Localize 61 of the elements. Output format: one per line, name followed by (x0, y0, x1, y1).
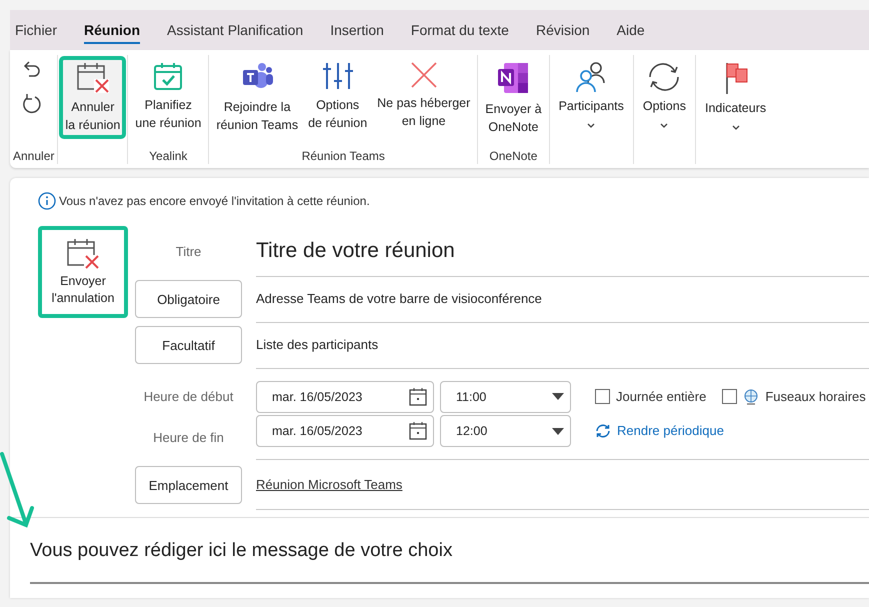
ribbon-button[interactable]: Envoyer à OneNote (481, 58, 546, 139)
required-button[interactable]: Obligatoire (135, 280, 242, 318)
location-link[interactable]: Réunion Microsoft Teams (256, 477, 402, 492)
field-label: Titre (174, 244, 202, 258)
message-body[interactable]: Vous pouvez rédiger ici le message de votre choix (30, 540, 869, 584)
caret-icon (660, 123, 668, 129)
cross-icon (410, 61, 438, 89)
ribbon-menu-button[interactable]: Options (636, 58, 692, 132)
dropdown-arrow-icon (552, 428, 564, 434)
checkbox[interactable] (722, 389, 738, 404)
all-day-checkbox[interactable]: Journée entière (595, 389, 706, 404)
ribbon-tab[interactable]: Aide (616, 16, 645, 44)
globe-icon (743, 388, 760, 404)
time-zones-checkbox[interactable]: Fuseaux horaires (722, 388, 866, 404)
group-label: Réunion Teams (300, 148, 386, 164)
calendar-icon (409, 388, 427, 406)
checkbox[interactable] (595, 389, 610, 404)
notebook-icon (496, 61, 530, 95)
optional-button[interactable]: Facultatif (135, 326, 242, 364)
date-field[interactable]: mar. 16/05/2023 (256, 415, 434, 447)
ribbon-tab[interactable]: Insertion (330, 16, 384, 44)
group-label: Yealink (148, 148, 188, 164)
sliders-icon (322, 61, 354, 91)
calendar-check-icon (153, 61, 184, 91)
location-button[interactable]: Emplacement (135, 466, 242, 504)
ribbon-tab[interactable]: Réunion (84, 16, 140, 44)
ribbon-button[interactable]: Planifiez une réunion (131, 58, 206, 135)
ribbon-tab[interactable]: Assistant Planification (167, 16, 304, 44)
ribbon-button[interactable]: Ne pas héberger en ligne (373, 58, 474, 133)
ribbon-menu-button[interactable]: Participants (552, 58, 630, 132)
time-field[interactable]: 12:00 (440, 415, 571, 447)
time-field[interactable]: 11:00 (440, 380, 571, 412)
calendar-cancel-icon (66, 237, 100, 269)
optional-field[interactable]: Liste des participants (256, 322, 869, 368)
redo-icon (20, 93, 43, 115)
group-label: Annuler (13, 148, 54, 164)
ribbon-tab[interactable]: Révision (536, 16, 590, 44)
ribbon-button[interactable]: Annuler la réunion (61, 58, 124, 137)
ribbon-button[interactable]: Options de réunion (304, 58, 372, 135)
ribbon-menu-button[interactable]: Indicateurs (698, 58, 772, 134)
repeat-icon (595, 424, 611, 438)
group-label: OneNote (488, 148, 538, 164)
ribbon-tab[interactable]: Format du texte (410, 16, 509, 44)
caret-icon (587, 123, 596, 129)
date-field[interactable]: mar. 16/05/2023 (256, 380, 434, 412)
field-label: Heure de début (142, 389, 234, 404)
caret-icon (732, 125, 740, 131)
recurrence-link[interactable]: Rendre périodique (595, 423, 724, 438)
calendar-icon (409, 422, 427, 440)
calendar-cancel-icon (76, 61, 110, 93)
ribbon-button[interactable]: Rejoindre la réunion Teams (212, 58, 302, 137)
info-message: Vous n'avez pas encore envoyé l'invitation à cette réunion. (59, 194, 370, 208)
required-field[interactable]: Adresse Teams de votre barre de visioconférence (256, 276, 869, 322)
dropdown-arrow-icon (552, 393, 564, 400)
checkbox-label: Journée entière (616, 389, 706, 404)
send-cancellation-button[interactable]: Envoyer l'annulation (38, 226, 128, 318)
title-field[interactable]: Titre de votre réunion (256, 226, 869, 276)
ribbon-tab[interactable]: Fichier (15, 16, 58, 44)
field-label: Heure de fin (152, 430, 225, 445)
checkbox-label: Fuseaux horaires (765, 389, 866, 404)
info-icon (38, 192, 56, 210)
